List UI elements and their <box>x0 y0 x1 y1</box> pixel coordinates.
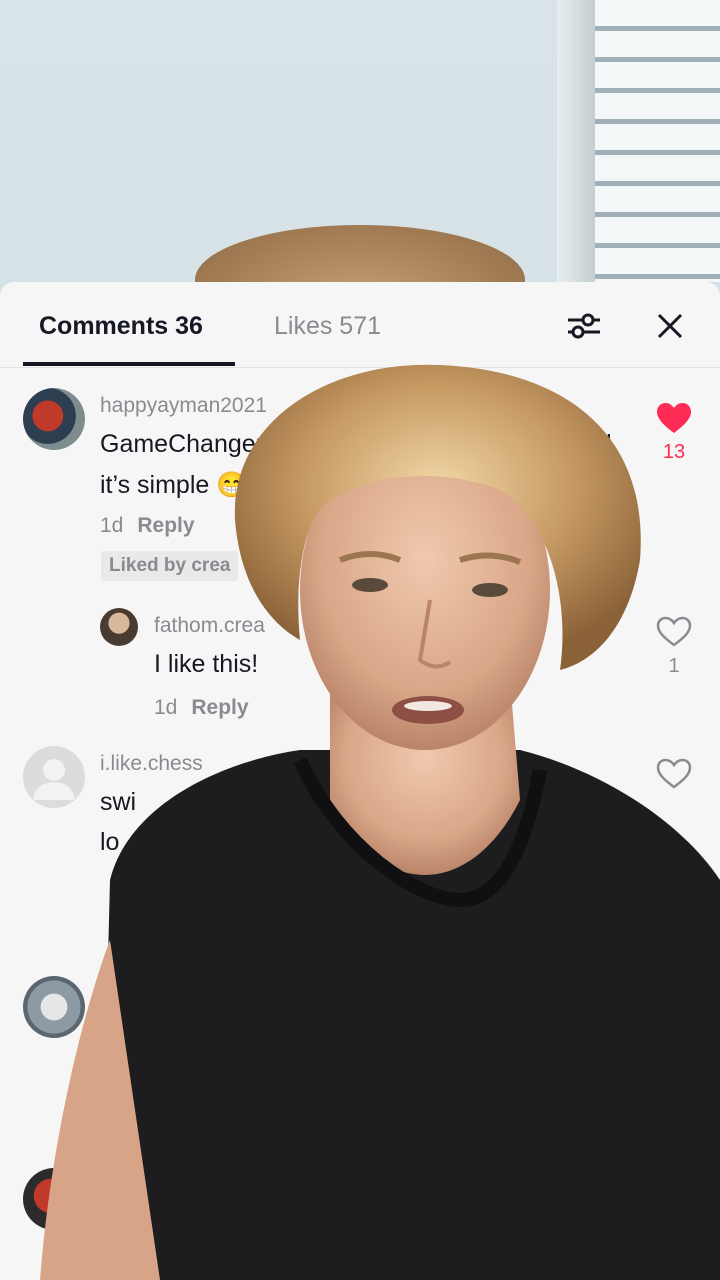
comment-meta: 1d Reply <box>154 696 249 720</box>
window-blinds <box>595 0 720 282</box>
tab-likes[interactable]: Likes 571 <box>274 312 381 341</box>
reply-button[interactable]: Reply <box>137 514 194 537</box>
active-tab-indicator <box>23 362 235 366</box>
comment-meta: 1d Reply <box>100 514 195 538</box>
tab-comments[interactable]: Comments 36 <box>39 312 203 341</box>
close-button[interactable] <box>650 306 690 346</box>
comment-text-end: and <box>570 430 612 458</box>
avatar[interactable] <box>23 976 85 1038</box>
heart-filled-icon <box>657 403 691 433</box>
avatar[interactable] <box>23 746 85 808</box>
window-frame <box>557 0 595 282</box>
comment-username[interactable]: fathom.crea <box>154 614 265 638</box>
comment-text: I like this! <box>154 650 259 678</box>
comment-text-line2: lo <box>100 828 120 856</box>
like-count: 13 <box>662 441 686 463</box>
heart-outline-icon <box>656 616 692 647</box>
comment-item: happyayman2021 GameChangers and it’s sim… <box>0 382 720 582</box>
like-button[interactable] <box>654 758 694 795</box>
liked-by-creator-badge: Liked by crea <box>101 551 239 581</box>
comment-username[interactable]: i.like.chess <box>100 752 203 776</box>
heart-outline-icon <box>656 758 692 789</box>
like-count: 1 <box>668 655 680 677</box>
comment-item: i.like.chess swi gers a lo <box>0 742 720 862</box>
avatar[interactable] <box>23 388 85 450</box>
reply-item: fathom.crea I like this! 1d Reply 1 <box>0 602 720 722</box>
sliders-icon <box>568 313 600 339</box>
reply-button[interactable]: Reply <box>191 696 248 719</box>
comment-text-line2: it’s simple 😁 <box>100 471 248 499</box>
like-button[interactable]: 13 <box>654 402 694 464</box>
close-icon <box>657 313 683 339</box>
filter-button[interactable] <box>564 306 604 346</box>
comment-username[interactable]: happyayman2021 <box>100 394 267 418</box>
comment-age: 1d <box>100 514 124 537</box>
comments-tab-bar: Comments 36 Likes 571 <box>0 282 720 368</box>
comments-panel: Comments 36 Likes 571 happyayman2021 Gam… <box>0 282 720 1280</box>
like-button[interactable]: 1 <box>654 616 694 678</box>
comment-text: GameChangers <box>100 430 277 458</box>
avatar[interactable] <box>23 1168 85 1230</box>
comment-text: swi <box>100 788 137 816</box>
avatar[interactable] <box>100 608 138 646</box>
default-avatar-icon <box>33 759 75 800</box>
comment-age: 1d <box>154 696 178 719</box>
comment-text-end: gers a <box>517 788 587 816</box>
